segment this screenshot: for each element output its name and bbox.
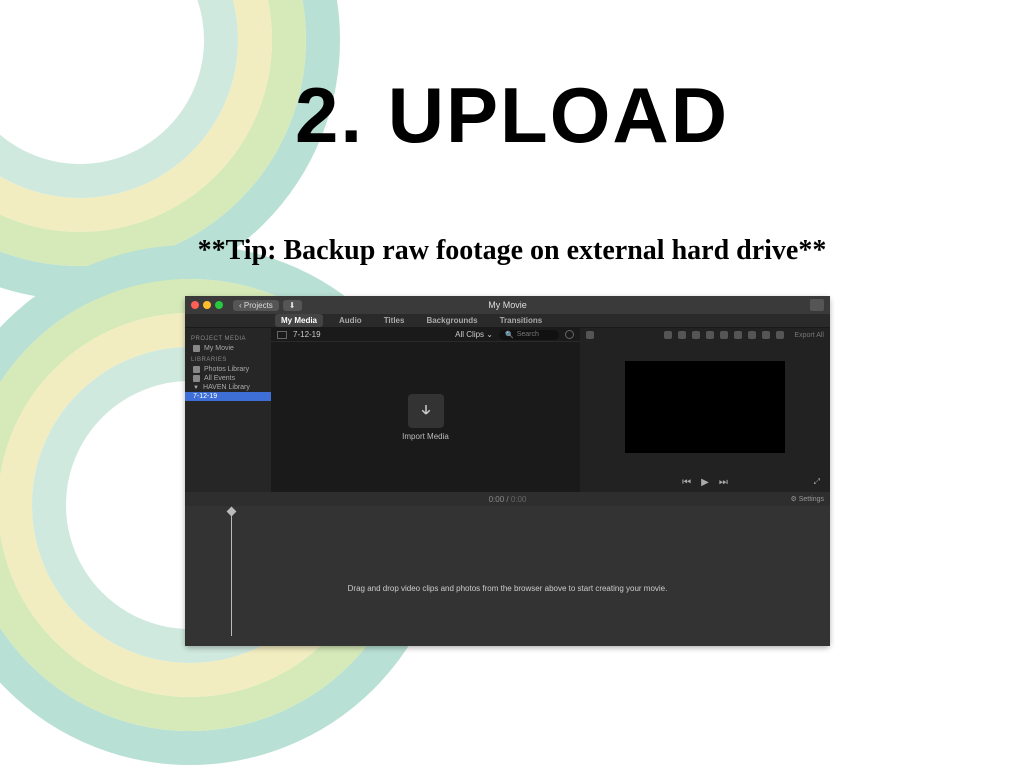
sidebar-item-event-71219[interactable]: 7-12-19	[185, 392, 271, 401]
sidebar-section-project: PROJECT MEDIA	[191, 336, 265, 342]
clips-filter[interactable]: All Clips ⌄	[455, 330, 493, 339]
tab-backgrounds[interactable]: Backgrounds	[420, 314, 483, 327]
next-frame-button[interactable]: ⏭	[719, 477, 728, 488]
library-sidebar: PROJECT MEDIA My Movie LIBRARIES Photos …	[185, 328, 271, 492]
playback-controls: ⏮ ▶ ⏭ ⤢	[580, 472, 830, 492]
share-button[interactable]	[810, 299, 824, 311]
tab-my-media[interactable]: My Media	[275, 314, 323, 327]
stabilize-icon[interactable]	[720, 331, 728, 339]
play-button[interactable]: ▶	[701, 477, 709, 488]
color-correct-icon[interactable]	[692, 331, 700, 339]
playhead-time: 0:00	[489, 495, 505, 504]
sidebar-section-libraries: LIBRARIES	[191, 357, 265, 363]
enhance-icon[interactable]	[664, 331, 672, 339]
tab-transitions[interactable]: Transitions	[494, 314, 549, 327]
download-arrow-icon	[417, 402, 435, 420]
sidebar-item-photos[interactable]: Photos Library	[191, 365, 265, 374]
pointer-icon[interactable]	[586, 331, 594, 339]
titlebar: ‹ Projects ⬇ My Movie	[185, 296, 830, 314]
import-button[interactable]: ⬇	[283, 300, 302, 311]
timeline-settings-button[interactable]: ⚙ Settings	[790, 495, 824, 503]
imovie-window: ‹ Projects ⬇ My Movie My Media Audio Tit…	[185, 296, 830, 646]
slide-tip: **Tip: Backup raw footage on external ha…	[0, 235, 1024, 267]
search-input[interactable]: 🔍 Search	[499, 330, 559, 340]
viewer-toolbar: Export All	[580, 328, 830, 342]
media-tabs: My Media Audio Titles Backgrounds Transi…	[185, 314, 830, 328]
timeline-header: 0:00 / 0:00 ⚙ Settings	[185, 492, 830, 506]
info-icon[interactable]	[776, 331, 784, 339]
photos-icon	[193, 366, 200, 373]
prev-frame-button[interactable]: ⏮	[682, 477, 691, 488]
media-browser: 7-12-19 All Clips ⌄ 🔍 Search Import Medi…	[271, 328, 580, 492]
sidebar-item-haven[interactable]: ▼HAVEN Library	[191, 383, 265, 392]
speed-icon[interactable]	[762, 331, 770, 339]
sidebar-item-allevents[interactable]: All Events	[191, 374, 265, 383]
export-all-label[interactable]: Export All	[794, 332, 824, 339]
volume-icon[interactable]	[734, 331, 742, 339]
playhead[interactable]	[231, 512, 232, 636]
back-projects-button[interactable]: ‹ Projects	[233, 300, 279, 311]
clapper-icon	[193, 345, 200, 352]
browser-event-date: 7-12-19	[293, 330, 321, 339]
sidebar-item-mymovie[interactable]: My Movie	[191, 344, 265, 353]
total-time: 0:00	[511, 495, 527, 504]
tab-audio[interactable]: Audio	[333, 314, 368, 327]
noise-icon[interactable]	[748, 331, 756, 339]
slide-title: 2. UPLOAD	[0, 70, 1024, 161]
import-media-button[interactable]	[408, 394, 444, 428]
crop-icon[interactable]	[706, 331, 714, 339]
preview-screen	[625, 361, 785, 453]
fullscreen-icon[interactable]: ⤢	[814, 477, 820, 487]
tab-titles[interactable]: Titles	[378, 314, 411, 327]
color-balance-icon[interactable]	[678, 331, 686, 339]
browser-settings-icon[interactable]	[565, 330, 574, 339]
star-icon	[193, 375, 200, 382]
preview-viewer: Export All ⏮ ▶ ⏭ ⤢	[580, 328, 830, 492]
timeline-dropzone-hint: Drag and drop video clips and photos fro…	[185, 584, 830, 593]
timeline[interactable]: Drag and drop video clips and photos fro…	[185, 506, 830, 646]
filmstrip-toggle[interactable]	[277, 331, 287, 339]
import-media-label: Import Media	[402, 432, 449, 441]
